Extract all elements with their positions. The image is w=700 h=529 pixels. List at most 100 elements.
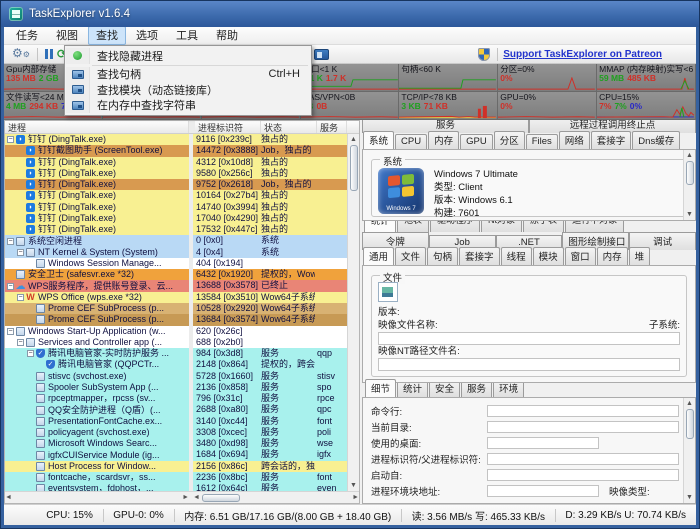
scroll-left-icon[interactable]: ◄ — [5, 492, 12, 503]
system-sub-tab[interactable]: 驱动程序 — [430, 221, 480, 232]
detail-tab[interactable]: 细节 — [365, 379, 396, 398]
field-input[interactable] — [487, 405, 679, 417]
field-input[interactable] — [487, 421, 679, 433]
settings-button[interactable]: ⚙⚙ — [10, 46, 32, 63]
graph-cell-0-5[interactable]: 分区=0%0% — [498, 64, 597, 92]
scroll-up-icon[interactable]: ▲ — [686, 150, 693, 161]
graph-cell-0-3[interactable]: 窗口<1 K1.1 K1.7 K — [301, 64, 400, 92]
graph-cell-0-4[interactable]: 句柄<60 K — [399, 64, 498, 92]
process-row[interactable]: −Services and Controller app (...688 [0x… — [5, 337, 347, 348]
scroll-left-icon[interactable]: ◄ — [193, 492, 200, 503]
find-menu-item[interactable]: 查找句柄Ctrl+H — [66, 67, 310, 83]
process-tab[interactable]: 窗口 — [565, 247, 596, 265]
process-row[interactable]: Windows Session Manage...404 [0x194] — [5, 258, 347, 269]
process-tab[interactable]: 模块 — [533, 247, 564, 265]
columns-hscrollbar[interactable]: ◄ ► — [193, 492, 359, 503]
process-row[interactable]: −◗钉钉 (DingTalk.exe)9116 [0x239c]独占的 — [5, 134, 347, 145]
find-menu-item[interactable]: 在内存中查找字符串 — [66, 98, 310, 114]
process-row[interactable]: Spooler SubSystem App (...2136 [0x858]服务… — [5, 382, 347, 393]
title-bar[interactable]: TaskExplorer v1.6.4 — [1, 1, 699, 27]
process-row[interactable]: QQ安全防护进程（Q盾）(...2688 [0xa80]服务qpc — [5, 404, 347, 415]
detail-vscrollbar[interactable]: ▲ ▼ — [683, 398, 695, 503]
graph-cell-1-6[interactable]: CPU=15%7%7%0% — [597, 92, 696, 120]
system-tab[interactable]: Files — [526, 134, 558, 149]
graph-cell-0-6[interactable]: MMAP (内存映射)实写<67 M59 MB485 KB — [597, 64, 696, 92]
system-tab[interactable]: 内存 — [428, 131, 459, 149]
image-name-input[interactable] — [378, 332, 680, 345]
process-tab[interactable]: 文件 — [395, 247, 426, 265]
collapse-expander-icon[interactable]: − — [17, 249, 24, 256]
process-row[interactable]: −☁WPS服务程序，提供账号登录、云...13688 [0x3578]已终止 — [5, 280, 347, 291]
scroll-right-icon[interactable]: ► — [182, 492, 189, 503]
menu-item[interactable]: 查找 — [88, 27, 126, 45]
system-sub-tab[interactable]: 池表 — [397, 221, 429, 232]
system-sub-tab[interactable]: 运行中对象 — [565, 221, 624, 232]
graph-cell-1-4[interactable]: TCP/IP<78 KB3 KB71 KB — [399, 92, 498, 120]
column-header[interactable]: 进程 — [5, 121, 189, 133]
system-tab[interactable]: 分区 — [494, 131, 525, 149]
collapse-expander-icon[interactable]: − — [7, 283, 14, 290]
process-row[interactable]: ◗钉钉 (DingTalk.exe)17040 [0x4290]独占的 — [5, 213, 347, 224]
process-row[interactable]: ◗钉钉 (DingTalk.exe)17532 [0x447c]独占的 — [5, 224, 347, 235]
scroll-down-icon[interactable]: ▼ — [350, 480, 357, 491]
scroll-up-icon[interactable]: ▲ — [350, 134, 357, 145]
process-row[interactable]: −NT Kernel & System (System)4 [0x4]系统 — [5, 247, 347, 258]
menu-item[interactable]: 工具 — [168, 27, 206, 45]
system-sub-tab[interactable]: Nt对象 — [481, 221, 522, 232]
process-row[interactable]: ◗钉钉 (DingTalk.exe)14740 [0x3994]独占的 — [5, 202, 347, 213]
process-row[interactable]: policyagent (svchost.exe)3308 [0xcec]服务p… — [5, 427, 347, 438]
process-row[interactable]: −WWPS Office (wps.exe *32)13584 [0x3510]… — [5, 292, 347, 303]
process-row[interactable]: Prome CEF SubProcess (p...13684 [0x3574]… — [5, 314, 347, 325]
process-row[interactable]: Prome CEF SubProcess (p...10528 [0x2920]… — [5, 303, 347, 314]
process-row[interactable]: 安全卫士 (safesvr.exe *32)6432 [0x1920]提权的，W… — [5, 269, 347, 280]
field-input[interactable] — [487, 469, 679, 481]
collapse-expander-icon[interactable]: − — [7, 328, 14, 335]
scroll-thumb[interactable] — [686, 161, 694, 185]
scroll-down-icon[interactable]: ▼ — [686, 492, 693, 503]
process-row[interactable]: ◗钉钉 (DingTalk.exe)10164 [0x27b4]独占的 — [5, 190, 347, 201]
system-tab[interactable]: CPU — [395, 134, 427, 149]
find-menu-item[interactable]: 查找模块（动态链接库） — [66, 82, 310, 98]
column-header[interactable]: 进程标识符 — [195, 121, 261, 133]
process-row[interactable]: −Windows Start-Up Application (w...620 [… — [5, 326, 347, 337]
system-tab[interactable]: 套接字 — [591, 131, 632, 149]
system-tab[interactable]: Dns缓存 — [632, 131, 680, 149]
patreon-link[interactable]: Support TaskExplorer on Patreon — [503, 49, 662, 60]
find-menu-item[interactable]: 查找隐藏进程 — [66, 48, 310, 64]
field-input[interactable] — [487, 485, 599, 497]
process-row[interactable]: fontcache，scardsvr，ss...2236 [0x8bc]服务fo… — [5, 472, 347, 483]
process-row[interactable]: stisvc (svchost.exe)5728 [0x1660]服务stisv — [5, 371, 347, 382]
process-row[interactable]: −系统空闲进程0 [0x0]系统 — [5, 235, 347, 246]
process-row[interactable]: eventsystem，fdphost，...1612 [0x64c]服务eve… — [5, 483, 347, 491]
scroll-up-icon[interactable]: ▲ — [686, 398, 693, 409]
menu-item[interactable]: 帮助 — [208, 27, 246, 45]
graph-cell-1-5[interactable]: GPU=0%0% — [498, 92, 597, 120]
scroll-thumb[interactable] — [686, 409, 694, 439]
menu-item[interactable]: 选项 — [128, 27, 166, 45]
tree-hscrollbar[interactable]: ◄ ► — [5, 492, 189, 503]
process-row[interactable]: ◗钉钉截图助手 (ScreenTool.exe)14472 [0x3888]Jo… — [5, 145, 347, 156]
scroll-right-icon[interactable]: ► — [352, 492, 359, 503]
system-tab[interactable]: 网络 — [559, 131, 590, 149]
process-row[interactable]: ◗钉钉 (DingTalk.exe)9580 [0x256c]独占的 — [5, 168, 347, 179]
process-row[interactable]: rpceptmapper，rpcss (sv...796 [0x31c]服务rp… — [5, 393, 347, 404]
system-tab[interactable]: 系统 — [363, 131, 394, 150]
process-row[interactable]: PresentationFontCache.ex...3140 [0xc44]服… — [5, 416, 347, 427]
process-tab[interactable]: 线程 — [501, 247, 532, 265]
process-row[interactable]: Microsoft Windows Searc...3480 [0xd98]服务… — [5, 438, 347, 449]
menu-item[interactable]: 任务 — [8, 27, 46, 45]
nt-path-input[interactable] — [378, 358, 680, 371]
process-row[interactable]: igfxCUIService Module (ig...1684 [0x694]… — [5, 449, 347, 460]
collapse-expander-icon[interactable]: − — [17, 294, 24, 301]
pause-button[interactable] — [43, 46, 55, 63]
process-tab[interactable]: 通用 — [363, 247, 394, 266]
column-header[interactable]: 服务 — [317, 121, 347, 133]
scroll-down-icon[interactable]: ▼ — [686, 209, 693, 220]
uac-elevate-button[interactable] — [476, 46, 492, 63]
collapse-expander-icon[interactable]: − — [7, 238, 14, 245]
system-sub-tab[interactable]: 统计 — [364, 221, 396, 232]
column-header[interactable]: 状态 — [261, 121, 317, 133]
process-row[interactable]: ◗钉钉 (DingTalk.exe)4312 [0x10d8]独占的 — [5, 157, 347, 168]
process-row[interactable]: ◗钉钉 (DingTalk.exe)9752 [0x2618]Job，独占的 — [5, 179, 347, 190]
system-sub-tab[interactable]: 原子表 — [523, 221, 564, 232]
